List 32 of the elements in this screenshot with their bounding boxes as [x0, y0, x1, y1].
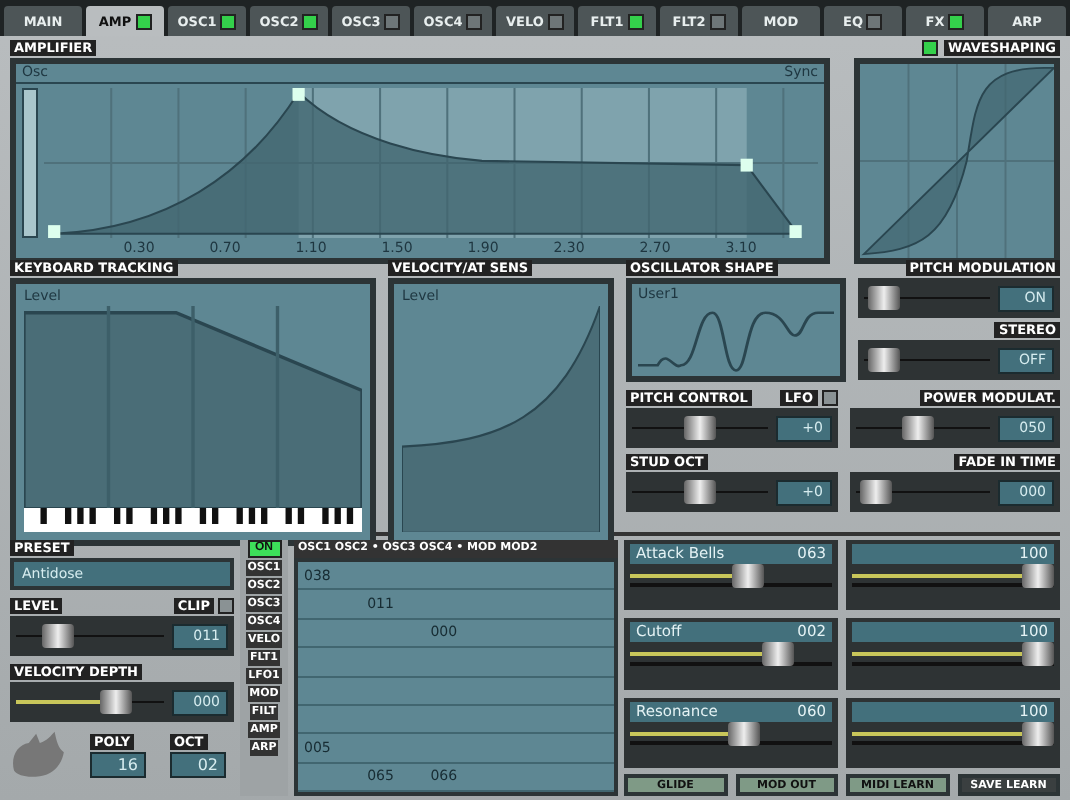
waveshaping-checkbox[interactable]	[921, 40, 938, 56]
lfo-checkbox[interactable]	[821, 390, 837, 406]
slider-thumb[interactable]	[859, 480, 892, 504]
tracking-curve-drawing[interactable]	[24, 306, 362, 509]
tab-toggle[interactable]	[220, 13, 237, 29]
tab-toggle[interactable]	[384, 13, 401, 29]
value-display[interactable]: 02	[170, 752, 226, 778]
tab-toggle[interactable]	[866, 13, 883, 29]
slider-thumb[interactable]	[867, 348, 900, 372]
tab-toggle[interactable]	[466, 13, 483, 29]
slider-thumb[interactable]	[683, 480, 716, 504]
slider-thumb[interactable]	[867, 286, 900, 310]
tab-toggle[interactable]	[135, 13, 152, 29]
slider-thumb[interactable]	[1022, 721, 1054, 746]
tab-toggle[interactable]	[547, 13, 564, 29]
envelope-drawing[interactable]	[44, 88, 818, 238]
slider-thumb[interactable]	[99, 690, 132, 714]
clip-checkbox[interactable]	[218, 598, 234, 614]
slider-thumb[interactable]	[901, 416, 934, 440]
slider-thumb[interactable]	[1022, 564, 1054, 588]
slider-thumb[interactable]	[732, 564, 764, 588]
slider-thumb[interactable]	[728, 721, 761, 746]
tab-toggle[interactable]	[709, 13, 726, 29]
slider-thumb[interactable]	[41, 624, 74, 648]
slider-thumb[interactable]	[1022, 642, 1054, 667]
slider-thumb[interactable]	[762, 642, 795, 667]
tab-toggle[interactable]	[627, 13, 644, 29]
piano-keyboard-drawing[interactable]	[24, 508, 362, 533]
tab-toggle[interactable]	[302, 13, 319, 29]
slider-thumb[interactable]	[683, 416, 716, 440]
value-display[interactable]: 16	[90, 752, 146, 778]
tab-toggle[interactable]	[948, 13, 965, 29]
